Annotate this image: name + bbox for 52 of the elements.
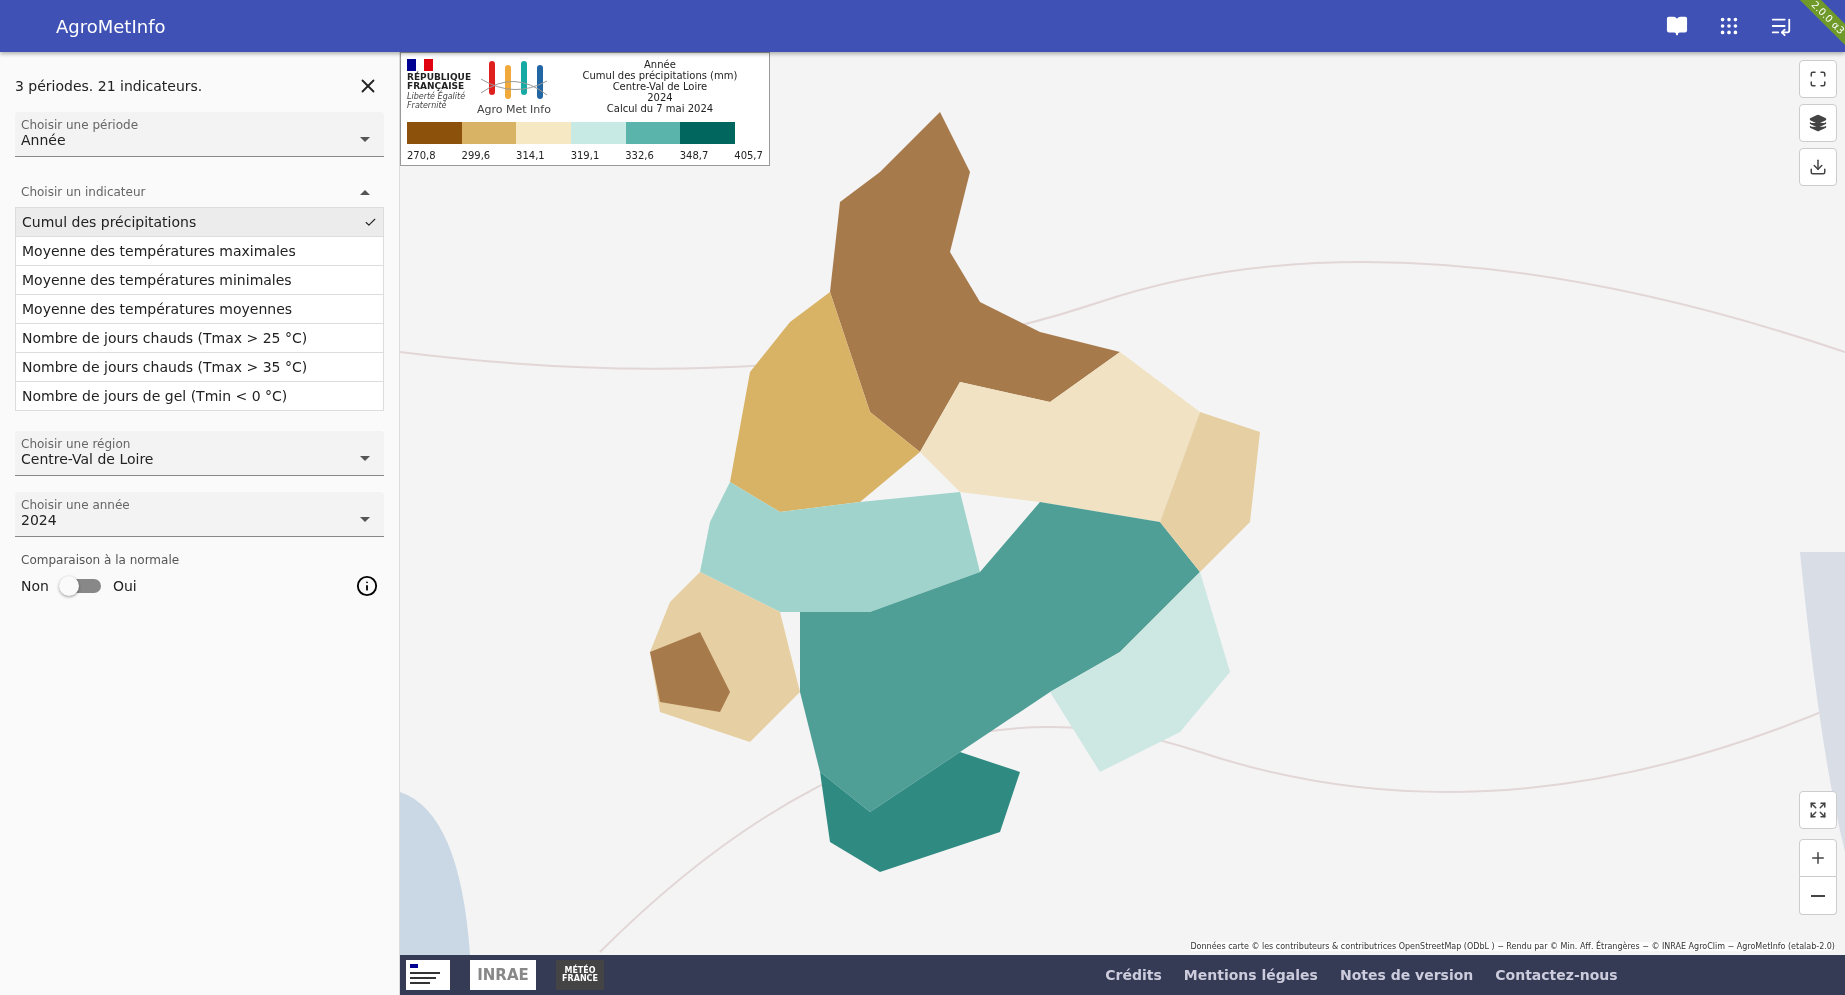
download-icon bbox=[1809, 158, 1827, 176]
legend-tick: 314,1 bbox=[516, 150, 545, 161]
ministry-logo-icon bbox=[406, 960, 450, 990]
footer-link[interactable]: Notes de version bbox=[1339, 967, 1474, 983]
indicator-option[interactable]: Cumul des précipitations bbox=[16, 208, 383, 236]
layers-button[interactable] bbox=[1799, 104, 1837, 142]
plus-icon bbox=[1809, 849, 1827, 867]
meteo-france-logo: MÉTÉO FRANCE bbox=[556, 960, 604, 990]
indicator-option[interactable]: Nombre de jours chauds (Tmax > 25 °C) bbox=[16, 323, 383, 352]
indicator-option[interactable]: Nombre de jours chauds (Tmax > 35 °C) bbox=[16, 352, 383, 381]
download-button[interactable] bbox=[1799, 148, 1837, 186]
fullscreen-icon bbox=[1809, 70, 1827, 88]
legend-title-line: Calcul du 7 mai 2024 bbox=[606, 103, 714, 114]
legend-tick: 319,1 bbox=[570, 150, 600, 161]
layers-icon bbox=[1809, 114, 1827, 132]
summary-text: 3 périodes. 21 indicateurs. bbox=[15, 78, 203, 94]
comparison-label: Comparaison à la normale bbox=[20, 553, 181, 567]
footer-link[interactable]: Contactez-nous bbox=[1495, 967, 1618, 983]
comparison-switch[interactable] bbox=[60, 579, 101, 593]
inrae-logo: INRAE bbox=[470, 960, 536, 990]
region-select[interactable]: Choisir une région Centre-Val de Loire bbox=[15, 431, 384, 476]
flag-icon bbox=[407, 59, 433, 71]
zoom-in-button[interactable] bbox=[1799, 839, 1837, 877]
brand-text: Agro Met Info bbox=[477, 103, 551, 116]
indicator-select[interactable]: Choisir un indicateur bbox=[15, 177, 384, 207]
legend-title-line: Centre-Val de Loire bbox=[612, 81, 708, 92]
indicator-option[interactable]: Moyenne des températures moyennes bbox=[16, 294, 383, 323]
expand-icon bbox=[1809, 801, 1827, 819]
legend-title-line: Année bbox=[644, 59, 676, 70]
legend-tick: 299,6 bbox=[461, 150, 491, 161]
off-label: Non bbox=[21, 578, 49, 594]
republique-text: RÉPUBLIQUE FRANÇAISE bbox=[407, 73, 471, 91]
legend-tick: 332,6 bbox=[625, 150, 654, 161]
period-select[interactable]: Choisir une période Année bbox=[15, 112, 384, 157]
on-label: Oui bbox=[112, 578, 137, 594]
map-attribution: Données carte © les contributeurs & contributrices OpenStreetMap (ODbL ) − Rendu par © Min. Aff. Étrangères − © INRAE AgroClim − AgroMetInfo (etalab-2.0) bbox=[1190, 942, 1835, 951]
legend-tick: 405,7 bbox=[734, 150, 763, 161]
indicator-option[interactable]: Nombre de jours de gel (Tmin < 0 °C) bbox=[16, 381, 383, 410]
minus-icon bbox=[1811, 894, 1825, 897]
legend-tick: 348,7 bbox=[679, 150, 709, 161]
legend-title-line: Cumul des précipitations (mm) bbox=[582, 70, 738, 81]
legend-title-line: 2024 bbox=[647, 92, 673, 103]
footer-link[interactable]: Crédits bbox=[1105, 967, 1162, 983]
year-select[interactable]: Choisir une année 2024 bbox=[15, 492, 384, 537]
footer-link[interactable]: Mentions légales bbox=[1183, 967, 1318, 983]
legend-tick: 270,8 bbox=[407, 150, 436, 161]
indicator-option[interactable]: Moyenne des températures maximales bbox=[16, 236, 383, 265]
info-icon[interactable] bbox=[356, 575, 378, 597]
expand-button[interactable] bbox=[1799, 791, 1837, 829]
indicator-option[interactable]: Moyenne des températures minimales bbox=[16, 265, 383, 294]
app-title: AgroMetInfo bbox=[56, 15, 167, 37]
fullscreen-button[interactable] bbox=[1799, 60, 1837, 98]
